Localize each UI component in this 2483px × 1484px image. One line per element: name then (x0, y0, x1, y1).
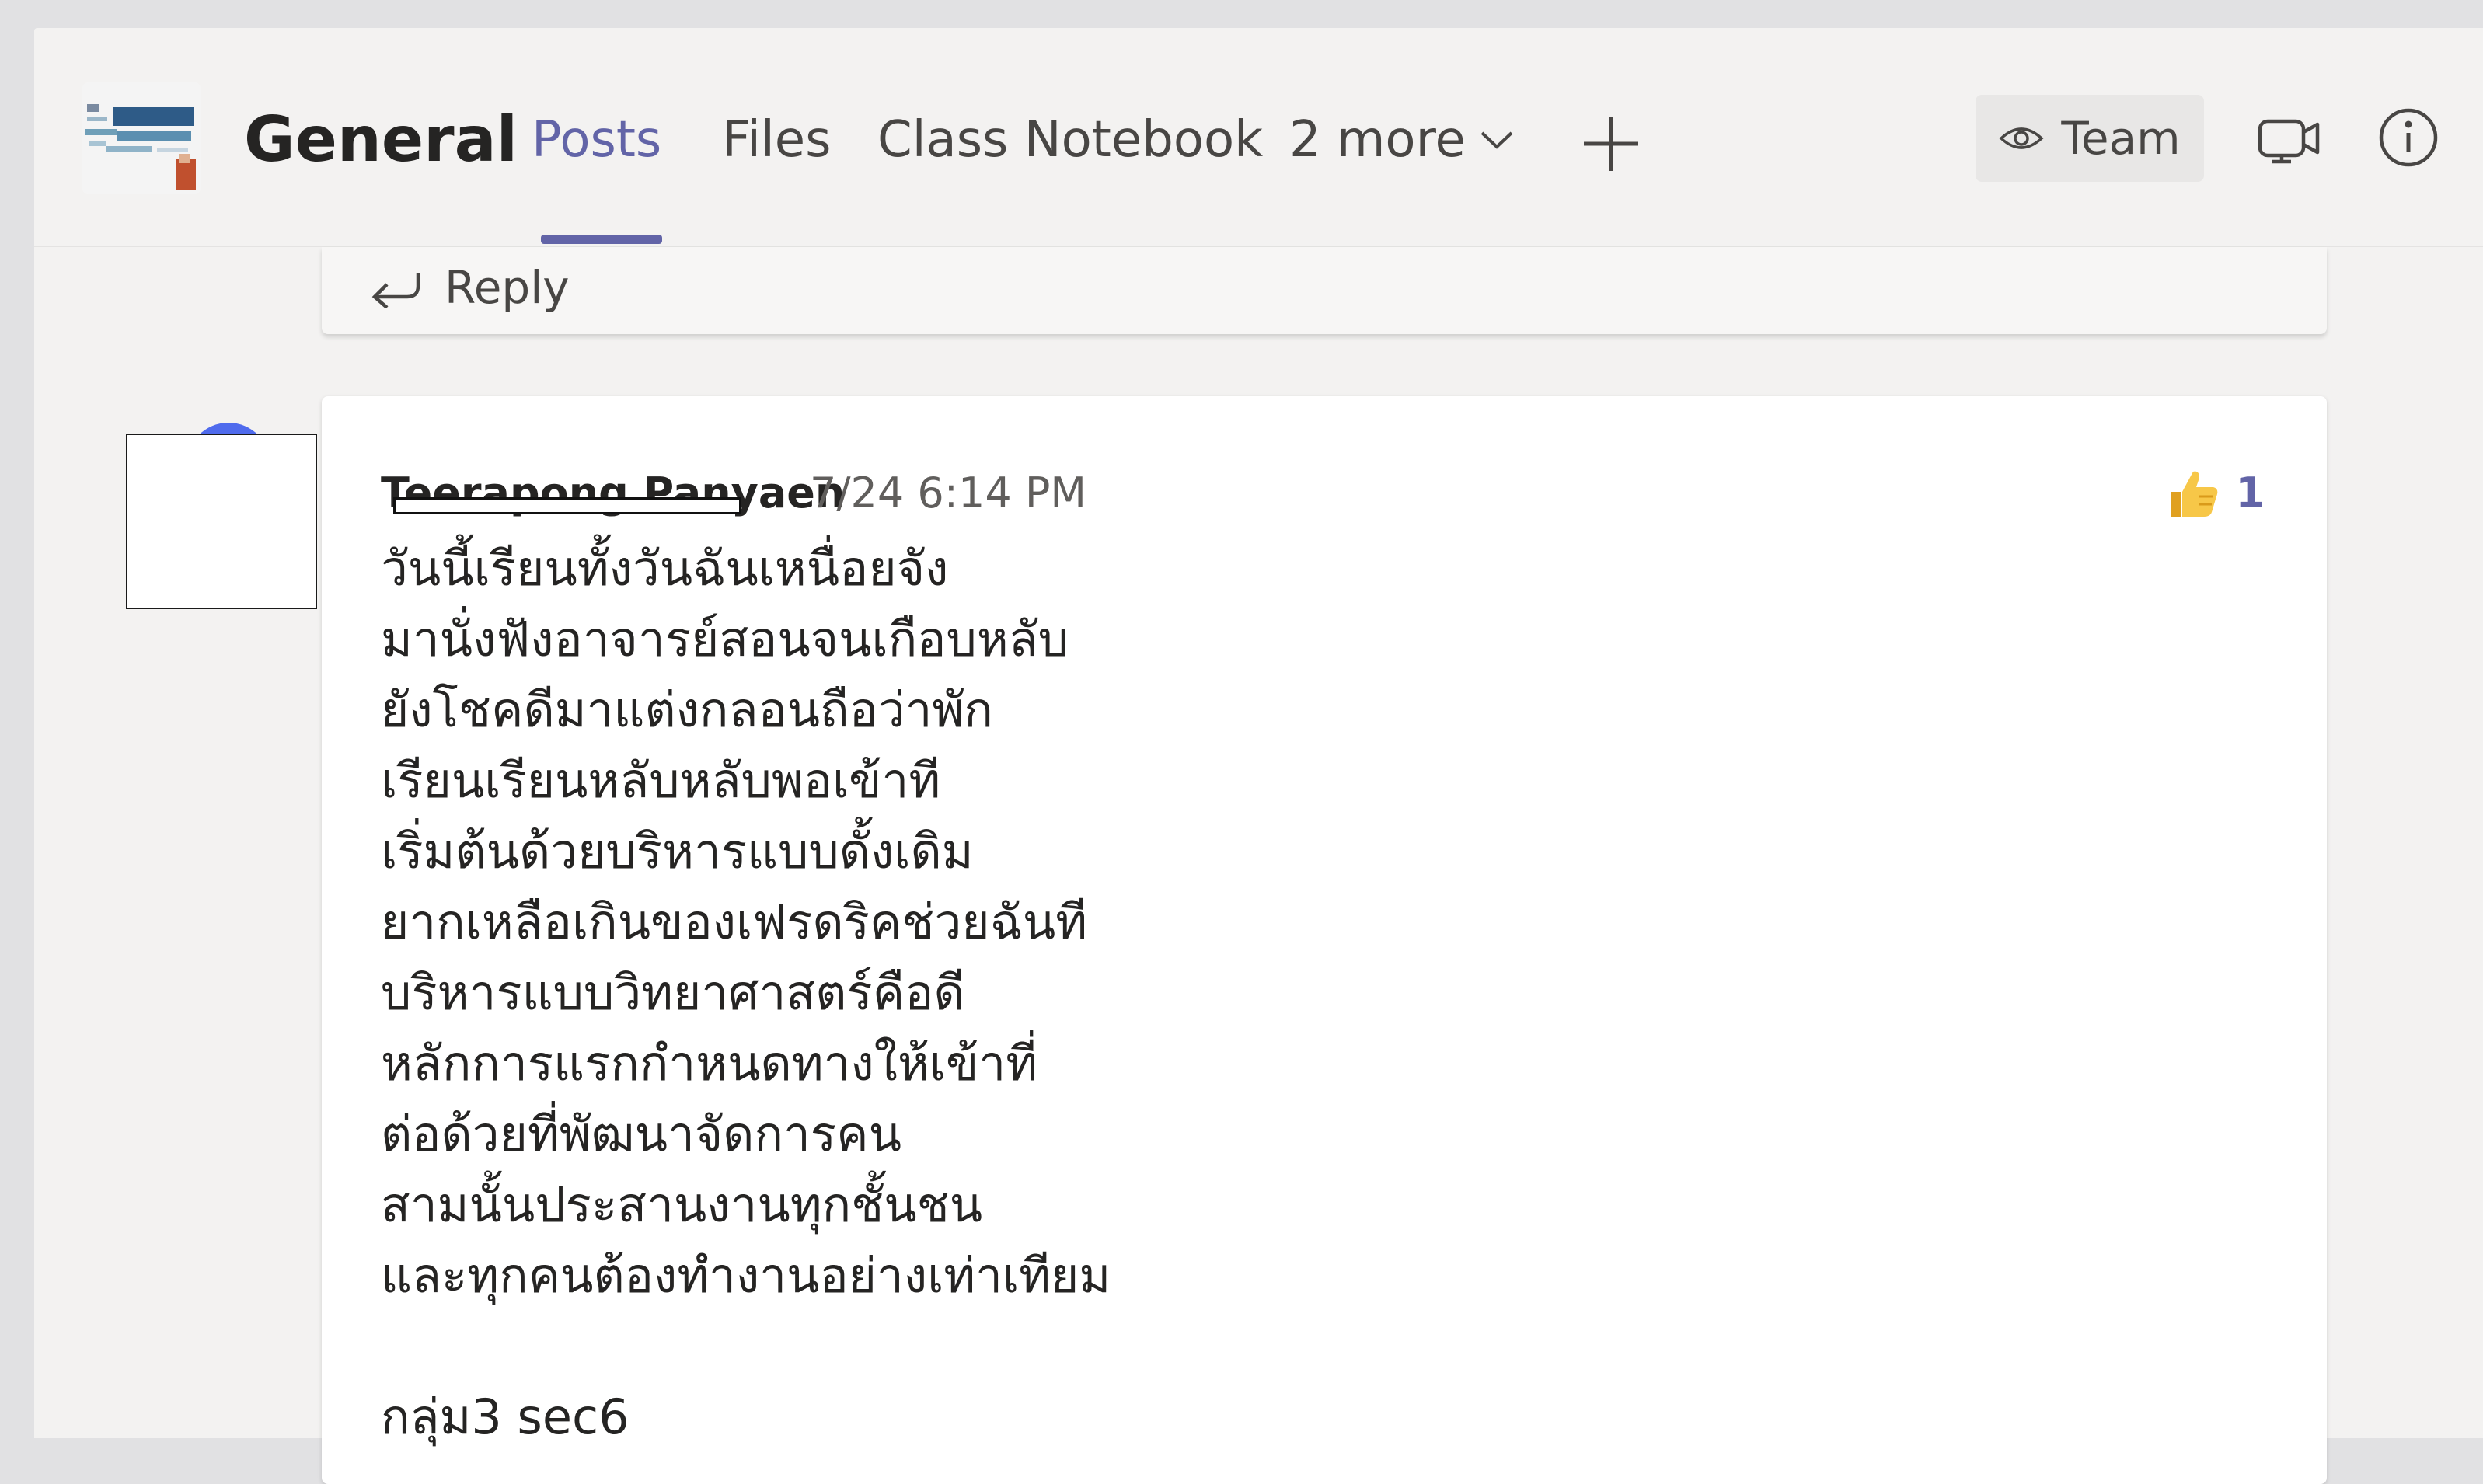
eye-icon (1999, 127, 2044, 149)
post-line: ยังโชคดีมาแต่งกลอนถือว่าพัก (381, 681, 993, 738)
channel-header: General Posts Files Class Notebook 2 mor… (34, 28, 2483, 247)
post-line: เรียนเรียนหลับหลับพอเข้าที (381, 752, 941, 809)
post-body: วันนี้เรียนทั้งวันฉันเหนื่อยจัง มานั่งฟั… (381, 533, 1111, 1452)
post-line: สามนั้นประสานงานทุกชั้นชน (381, 1176, 983, 1233)
tab-more[interactable]: 2 more (1289, 110, 1514, 169)
tab-files[interactable]: Files (722, 110, 831, 169)
post-line: เริ่มต้นด้วยบริหารแบบดั้งเดิม (381, 823, 974, 880)
team-logo-image (82, 82, 201, 194)
reply-button-label: Reply (445, 261, 570, 314)
post-line: และทุกคนต้องทำงานอย่างเท่าเทียม (381, 1247, 1111, 1304)
post-line: หลักการแรกกำหนดทางให้เข้าที่ (381, 1035, 1038, 1092)
tab-class-notebook[interactable]: Class Notebook (877, 110, 1263, 169)
tab-posts-label: Posts (532, 111, 662, 169)
post-signature: กลุ่ม3 sec6 (381, 1388, 629, 1445)
post-line: วันนี้เรียนทั้งวันฉันเหนื่อยจัง (381, 540, 949, 597)
reaction-badge[interactable]: 1 (2165, 465, 2265, 522)
team-logo[interactable] (82, 82, 201, 194)
video-meet-icon[interactable] (2257, 109, 2321, 166)
reply-arrow-icon (371, 273, 420, 308)
tab-posts[interactable]: Posts (532, 110, 661, 169)
post-line: ต่อด้วยที่พัฒนาจัดการคน (381, 1106, 901, 1162)
reaction-count: 1 (2235, 469, 2265, 517)
previous-thread-footer: Reply (322, 247, 2327, 334)
active-tab-indicator (541, 235, 662, 244)
reply-button[interactable]: Reply (370, 261, 570, 314)
channel-title: General (244, 103, 518, 176)
tab-files-label: Files (722, 111, 832, 169)
post-line: ยากเหลือเกินของเฟรดริคช่วยฉันที (381, 894, 1088, 950)
post-card: Teerapong Panyaen 7/24 6:14 PM 1 วันนี้เ… (322, 396, 2327, 1484)
post-line: มานั่งฟังอาจารย์สอนจนเกือบหลับ (381, 611, 1069, 667)
chevron-down-icon (1480, 131, 1513, 149)
info-icon[interactable] (2378, 107, 2439, 168)
teams-window: General Posts Files Class Notebook 2 mor… (34, 28, 2483, 1484)
team-button-label: Team (2061, 112, 2181, 165)
author-redaction-bar (393, 497, 741, 514)
post-timestamp: 7/24 6:14 PM (810, 469, 1087, 517)
post-line: บริหารแบบวิทยาศาสตร์คือดี (381, 964, 965, 1021)
avatar-redaction-box (126, 434, 317, 609)
add-tab-icon[interactable] (1581, 113, 1641, 174)
tab-class-notebook-label: Class Notebook (877, 111, 1264, 169)
post-header: Teerapong Panyaen 7/24 6:14 PM 1 (381, 465, 2265, 527)
team-button[interactable]: Team (1976, 95, 2204, 182)
tab-more-label: 2 more (1289, 111, 1466, 169)
thumbs-up-icon (2171, 471, 2218, 517)
